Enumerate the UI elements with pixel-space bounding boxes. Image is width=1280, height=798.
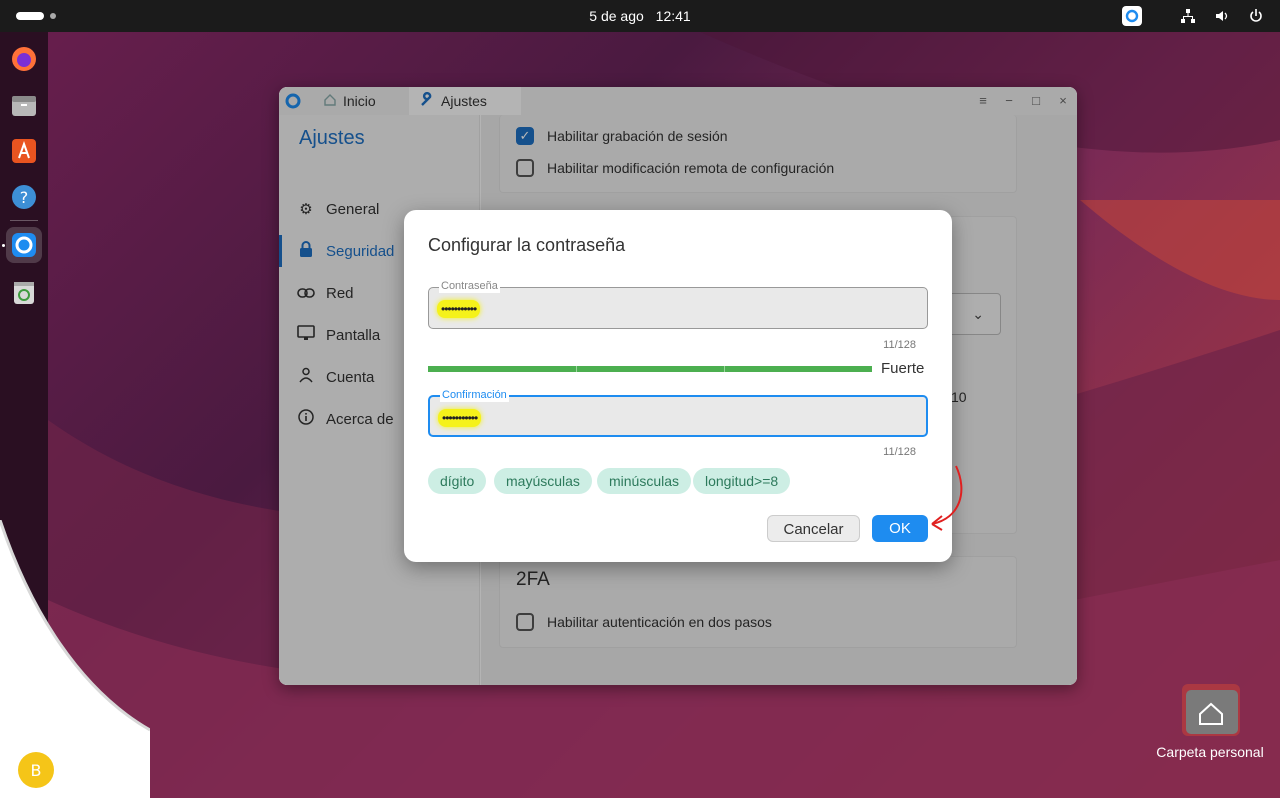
requirement-chip: mayúsculas: [494, 468, 592, 494]
rustdesk-tray-icon[interactable]: [1122, 6, 1142, 26]
system-tray: [1122, 6, 1280, 26]
volume-icon[interactable]: [1212, 6, 1232, 26]
help-launcher[interactable]: ?: [6, 179, 42, 215]
field-label: Contraseña: [439, 279, 500, 293]
home-folder-icon[interactable]: [1182, 684, 1240, 736]
requirement-chip: minúsculas: [597, 468, 692, 494]
dock-separator: [10, 220, 38, 221]
date-label: 5 de ago: [589, 8, 644, 24]
svg-text:B: B: [31, 761, 42, 780]
password-value: •••••••••••: [437, 300, 481, 318]
time-label: 12:41: [655, 8, 691, 24]
password-counter: 11/128: [883, 339, 916, 351]
clock[interactable]: 5 de ago 12:41: [0, 8, 1280, 24]
rustdesk-icon: [12, 233, 36, 257]
password-field[interactable]: Contraseña •••••••••••: [428, 279, 928, 329]
power-icon[interactable]: [1246, 6, 1266, 26]
confirmation-counter: 11/128: [883, 446, 916, 458]
confirmation-field[interactable]: Confirmación •••••••••••: [428, 388, 928, 437]
password-dialog: Configurar la contraseña Contraseña ••••…: [404, 210, 952, 562]
confirmation-value: •••••••••••: [438, 409, 482, 427]
help-icon: ?: [12, 185, 36, 209]
network-icon[interactable]: [1178, 6, 1198, 26]
app-center-icon: [12, 139, 36, 163]
dialog-title: Configurar la contraseña: [428, 235, 626, 255]
svg-text:?: ?: [20, 188, 29, 207]
firefox-icon: [12, 47, 36, 71]
files-icon: [12, 96, 36, 116]
top-bar: 5 de ago 12:41: [0, 0, 1280, 32]
requirement-chip: longitud>=8: [693, 468, 791, 494]
trash-icon: [14, 282, 34, 304]
field-label: Confirmación: [440, 388, 509, 402]
ok-button[interactable]: OK: [872, 515, 928, 542]
watermark-logo: B: [0, 520, 150, 798]
firefox-launcher[interactable]: [6, 41, 42, 77]
strength-meter: [428, 366, 872, 372]
rustdesk-launcher[interactable]: [6, 227, 42, 263]
files-launcher[interactable]: [6, 87, 42, 123]
home-folder-label[interactable]: Carpeta personal: [1140, 744, 1280, 760]
running-indicator: [2, 244, 5, 247]
app-center-launcher[interactable]: [6, 133, 42, 169]
cancel-button[interactable]: Cancelar: [767, 515, 860, 542]
strength-label: Fuerte: [881, 360, 925, 377]
requirement-chip: dígito: [428, 468, 487, 494]
trash-launcher[interactable]: [6, 274, 42, 310]
